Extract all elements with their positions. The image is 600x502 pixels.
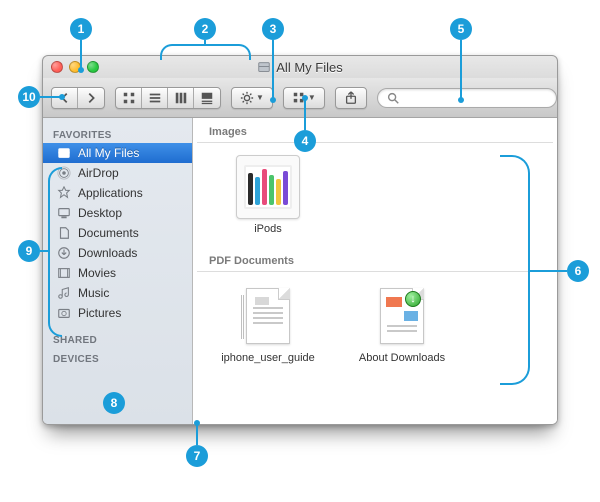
list-icon — [148, 91, 162, 105]
annotation-1: 1 — [70, 18, 92, 40]
all-my-files-icon — [57, 146, 71, 160]
annotation-4: 4 — [294, 130, 316, 152]
file-thumbnail — [236, 155, 300, 219]
sidebar-section-shared: SHARED — [43, 329, 192, 348]
icon-view-button[interactable] — [116, 88, 142, 108]
all-my-files-icon — [257, 60, 271, 74]
sidebar-item-label: Downloads — [78, 246, 137, 260]
close-button[interactable] — [51, 61, 63, 73]
file-name: iphone_user_guide — [221, 352, 315, 364]
sidebar-item-label: Documents — [78, 226, 139, 240]
file-thumbnail: ↓ — [370, 284, 434, 348]
list-view-button[interactable] — [142, 88, 168, 108]
traffic-lights — [51, 61, 99, 73]
annotation-2-bracket — [160, 44, 251, 60]
search-input[interactable] — [406, 92, 548, 104]
annotation-6-bracket — [500, 155, 530, 385]
forward-button[interactable] — [78, 88, 104, 108]
sidebar-item-label: Desktop — [78, 206, 122, 220]
file-item[interactable]: iPods — [213, 155, 323, 235]
sidebar-item-pictures[interactable]: Pictures — [43, 303, 192, 323]
pdf-icon: ↓ — [380, 288, 424, 344]
sidebar-item-label: Music — [78, 286, 109, 300]
annotation-10: 10 — [18, 86, 40, 108]
window-title: All My Files — [276, 60, 342, 75]
gear-icon — [240, 91, 254, 105]
annotation-2-stem — [204, 40, 206, 46]
annotation-3: 3 — [262, 18, 284, 40]
toolbar: ▼ ▼ — [43, 78, 557, 118]
download-badge-icon: ↓ — [405, 291, 421, 307]
annotation-7: 7 — [186, 445, 208, 467]
annotation-6: 6 — [567, 260, 589, 282]
sidebar-item-documents[interactable]: Documents — [43, 223, 192, 243]
sidebar-item-movies[interactable]: Movies — [43, 263, 192, 283]
annotation-9: 9 — [18, 240, 40, 262]
chevron-right-icon — [84, 91, 98, 105]
sidebar-item-label: All My Files — [78, 146, 139, 160]
share-icon — [344, 91, 358, 105]
search-icon — [386, 91, 400, 105]
share-button[interactable] — [335, 87, 367, 109]
ipods-image-icon — [244, 165, 292, 209]
grid-icon — [122, 91, 136, 105]
zoom-button[interactable] — [87, 61, 99, 73]
window-body: FAVORITES All My Files AirDrop Applicati… — [43, 118, 557, 424]
sidebar-section-favorites: FAVORITES — [43, 124, 192, 143]
titlebar: All My Files — [43, 56, 557, 78]
sidebar-item-desktop[interactable]: Desktop — [43, 203, 192, 223]
annotation-5: 5 — [450, 18, 472, 40]
window-title-wrap: All My Files — [43, 60, 557, 75]
chevron-down-icon: ▼ — [256, 93, 264, 102]
file-item[interactable]: ↓ About Downloads — [347, 284, 457, 364]
action-menu-button[interactable]: ▼ — [231, 87, 273, 109]
sidebar-section-devices: DEVICES — [43, 348, 192, 367]
sidebar-item-applications[interactable]: Applications — [43, 183, 192, 203]
annotation-8: 8 — [103, 392, 125, 414]
columns-icon — [174, 91, 188, 105]
file-name: iPods — [254, 223, 282, 235]
file-thumbnail — [236, 284, 300, 348]
annotation-9-bracket — [48, 167, 62, 337]
sidebar-item-music[interactable]: Music — [43, 283, 192, 303]
sidebar-item-label: Movies — [78, 266, 116, 280]
sidebar-item-downloads[interactable]: Downloads — [43, 243, 192, 263]
sidebar-item-airdrop[interactable]: AirDrop — [43, 163, 192, 183]
pdf-icon — [246, 288, 290, 344]
column-view-button[interactable] — [168, 88, 194, 108]
sidebar-item-label: AirDrop — [78, 166, 119, 180]
sidebar: FAVORITES All My Files AirDrop Applicati… — [43, 118, 193, 424]
sidebar-item-label: Pictures — [78, 306, 121, 320]
sidebar-item-label: Applications — [78, 186, 143, 200]
annotation-9-stem — [40, 250, 49, 252]
sidebar-item-all-my-files[interactable]: All My Files — [43, 143, 192, 163]
annotation-2: 2 — [194, 18, 216, 40]
chevron-down-icon: ▼ — [308, 93, 316, 102]
annotation-6-stem — [530, 270, 567, 272]
finder-window: All My Files — [42, 55, 558, 425]
file-item[interactable]: iphone_user_guide — [213, 284, 323, 364]
group-header: Images — [197, 118, 553, 143]
coverflow-icon — [200, 91, 214, 105]
search-field[interactable] — [377, 88, 557, 108]
coverflow-view-button[interactable] — [194, 88, 220, 108]
view-switcher — [115, 87, 221, 109]
file-name: About Downloads — [359, 352, 445, 364]
